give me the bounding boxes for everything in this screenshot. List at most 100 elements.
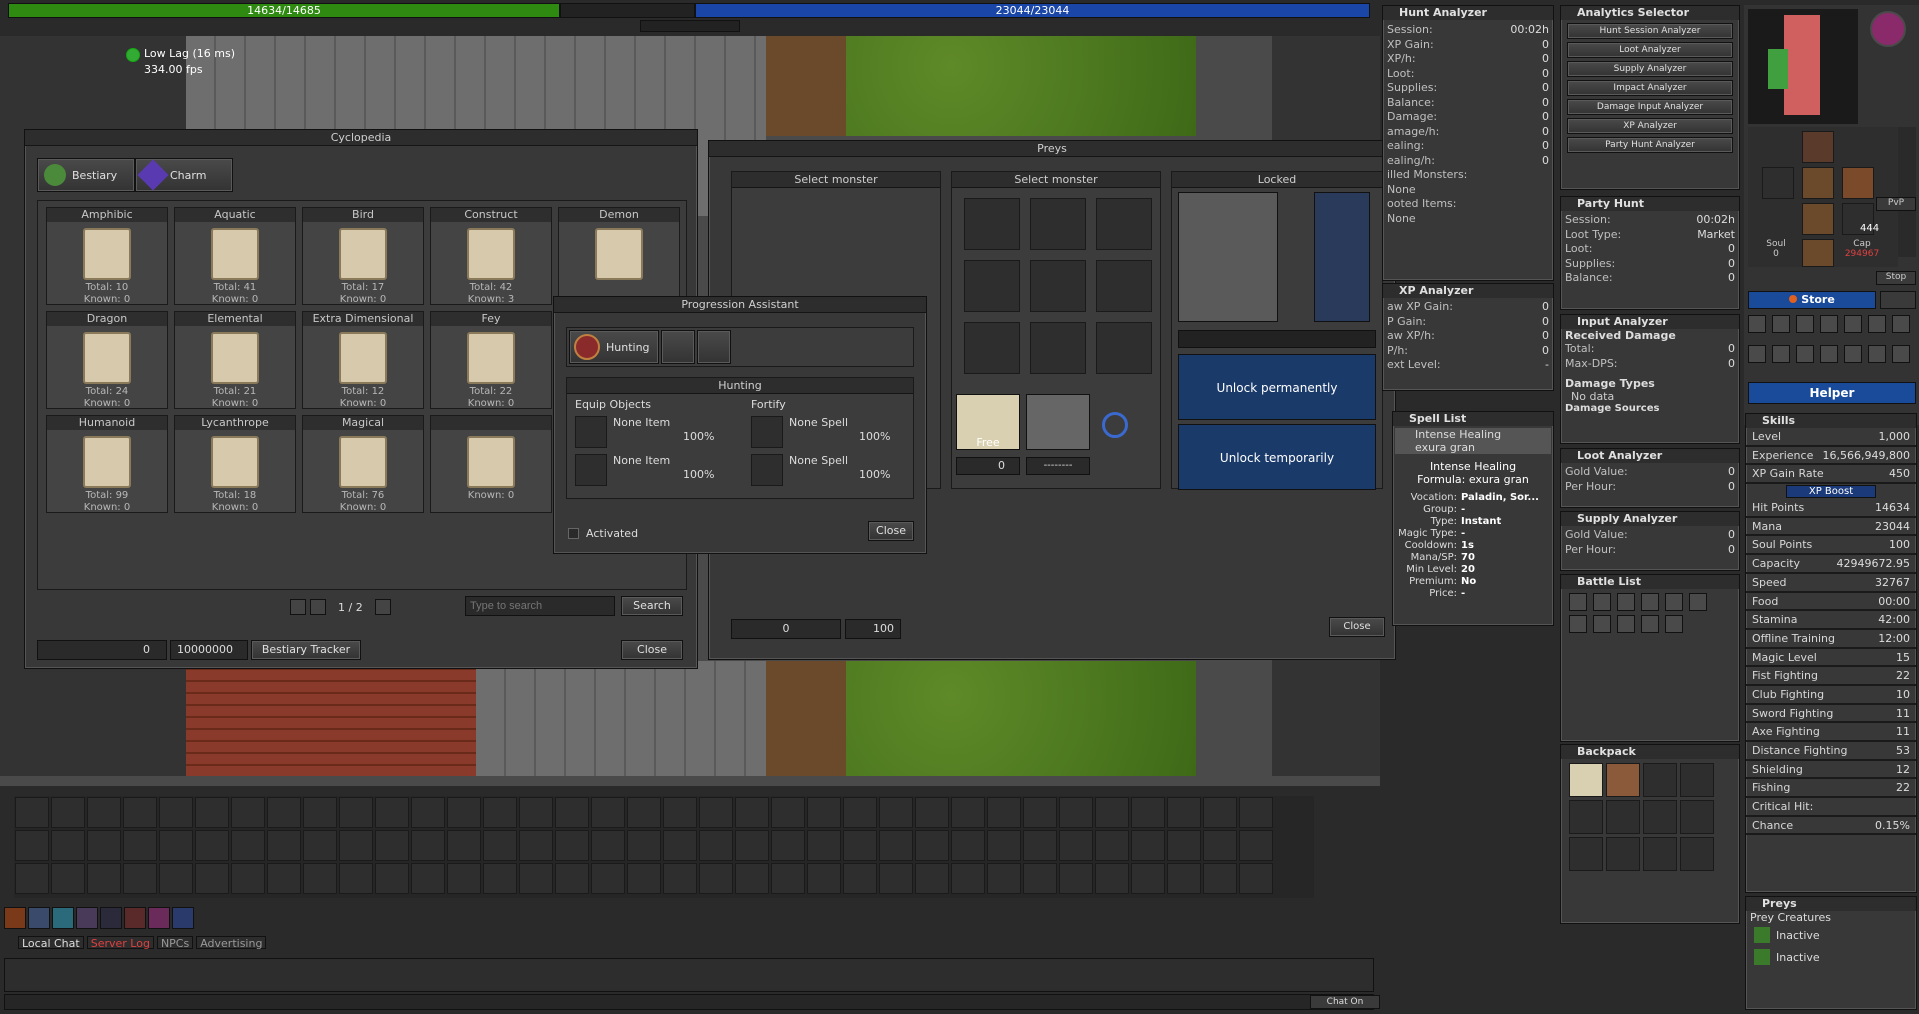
- action-slot[interactable]: [1023, 830, 1057, 861]
- action-slot[interactable]: [1023, 797, 1057, 828]
- action-slot[interactable]: [1203, 863, 1237, 894]
- activated-checkbox[interactable]: [568, 528, 579, 539]
- fortify-slot[interactable]: [751, 454, 783, 486]
- tab-bestiary[interactable]: Bestiary: [37, 158, 135, 192]
- action-icon[interactable]: [1796, 345, 1814, 363]
- action-slot[interactable]: [87, 830, 121, 861]
- minimap[interactable]: [1748, 9, 1858, 124]
- prey-monster-icon[interactable]: [1096, 198, 1152, 250]
- progression-close-button[interactable]: Close: [868, 521, 914, 541]
- boots-slot-icon[interactable]: [1802, 239, 1834, 267]
- analyzer-button[interactable]: Hunt Session Analyzer: [1567, 23, 1733, 39]
- action-slot[interactable]: [483, 863, 517, 894]
- action-slot[interactable]: [915, 830, 949, 861]
- compass-icon[interactable]: [1870, 11, 1906, 47]
- action-slot[interactable]: [555, 863, 589, 894]
- action-slot[interactable]: [699, 863, 733, 894]
- action-slot[interactable]: [303, 830, 337, 861]
- backpack-slot[interactable]: [1569, 800, 1603, 834]
- action-slot[interactable]: [843, 863, 877, 894]
- action-slot[interactable]: [1167, 830, 1201, 861]
- action-slot[interactable]: [1167, 797, 1201, 828]
- tab-local-chat[interactable]: Local Chat: [18, 936, 84, 950]
- action-slot[interactable]: [195, 863, 229, 894]
- pvp-toggle[interactable]: PvP: [1876, 197, 1916, 211]
- action-slot[interactable]: [987, 863, 1021, 894]
- backpack-slot[interactable]: [1643, 800, 1677, 834]
- prey-monster-icon[interactable]: [1030, 322, 1086, 374]
- action-slot[interactable]: [627, 797, 661, 828]
- action-slot[interactable]: [663, 797, 697, 828]
- action-slot[interactable]: [483, 797, 517, 828]
- action-slot[interactable]: [627, 830, 661, 861]
- unlock-permanently-button[interactable]: Unlock permanently: [1178, 354, 1376, 420]
- action-icon[interactable]: [1772, 315, 1790, 333]
- prey-monster-icon[interactable]: [1096, 260, 1152, 312]
- action-slot[interactable]: [951, 830, 985, 861]
- action-slot[interactable]: [951, 863, 985, 894]
- tab-npcs[interactable]: NPCs: [156, 936, 194, 950]
- action-slot[interactable]: [663, 863, 697, 894]
- search-input[interactable]: [465, 596, 615, 616]
- bestiary-category-card[interactable]: Magical Total: 76 Known: 0: [302, 415, 424, 513]
- menu-icon[interactable]: [1880, 291, 1916, 309]
- action-slot[interactable]: [1131, 863, 1165, 894]
- scroll-item-icon[interactable]: [1569, 763, 1603, 797]
- prey-monster-icon[interactable]: [1030, 260, 1086, 312]
- action-slot[interactable]: [87, 863, 121, 894]
- analyzer-button[interactable]: Party Hunt Analyzer: [1567, 137, 1733, 153]
- bestiary-category-card[interactable]: Aquatic Total: 41 Known: 0: [174, 207, 296, 305]
- action-slot[interactable]: [1131, 830, 1165, 861]
- action-slot[interactable]: [1239, 830, 1273, 861]
- wildcard-icon[interactable]: [1026, 394, 1090, 450]
- action-slot[interactable]: [663, 830, 697, 861]
- action-slot[interactable]: [483, 830, 517, 861]
- chat-on-button[interactable]: Chat On: [1310, 995, 1380, 1009]
- action-icon[interactable]: [1796, 315, 1814, 333]
- prey-monster-icon[interactable]: [964, 260, 1020, 312]
- backpack-slot[interactable]: [1643, 837, 1677, 871]
- bestiary-category-card[interactable]: Lycanthrope Total: 18 Known: 0: [174, 415, 296, 513]
- action-slot[interactable]: [267, 863, 301, 894]
- tab-advertising[interactable]: Advertising: [196, 936, 267, 950]
- action-slot[interactable]: [51, 830, 85, 861]
- action-slot[interactable]: [1059, 797, 1093, 828]
- legs-slot-icon[interactable]: [1802, 203, 1834, 235]
- action-slot[interactable]: [1095, 797, 1129, 828]
- preys-close-button[interactable]: Close: [1329, 617, 1385, 637]
- action-slot[interactable]: [771, 797, 805, 828]
- action-slot[interactable]: [915, 863, 949, 894]
- armor-slot-icon[interactable]: [1802, 167, 1834, 199]
- xp-boost-button[interactable]: XP Boost: [1786, 485, 1876, 499]
- action-slot[interactable]: [375, 830, 409, 861]
- action-slot[interactable]: [375, 863, 409, 894]
- action-slot[interactable]: [879, 863, 913, 894]
- filter-party-icon[interactable]: [1665, 593, 1683, 611]
- action-slot[interactable]: [1203, 830, 1237, 861]
- filter-summons-icon[interactable]: [1689, 593, 1707, 611]
- action-icon[interactable]: [1868, 315, 1886, 333]
- action-slot[interactable]: [267, 830, 301, 861]
- backpack-slot[interactable]: [1680, 763, 1714, 797]
- action-slot[interactable]: [627, 863, 661, 894]
- action-icon[interactable]: [1820, 345, 1838, 363]
- backpack-slot[interactable]: [1680, 800, 1714, 834]
- backpack-slot[interactable]: [1569, 837, 1603, 871]
- action-slot[interactable]: [123, 797, 157, 828]
- action-icon[interactable]: [1892, 315, 1910, 333]
- action-slot[interactable]: [843, 830, 877, 861]
- action-slot[interactable]: [591, 797, 625, 828]
- action-slot[interactable]: [519, 830, 553, 861]
- action-slot[interactable]: [159, 797, 193, 828]
- action-slot[interactable]: [951, 797, 985, 828]
- bestiary-category-card[interactable]: Elemental Total: 21 Known: 0: [174, 311, 296, 409]
- action-slot[interactable]: [735, 863, 769, 894]
- tab-support[interactable]: [661, 330, 695, 364]
- equip-slot[interactable]: [575, 454, 607, 486]
- filter-skulls-icon[interactable]: [1641, 593, 1659, 611]
- action-slot[interactable]: [987, 797, 1021, 828]
- stop-button[interactable]: Stop: [1876, 271, 1916, 285]
- filter-allies-icon[interactable]: [1617, 615, 1635, 633]
- action-slot[interactable]: [807, 863, 841, 894]
- analyzer-button[interactable]: XP Analyzer: [1567, 118, 1733, 134]
